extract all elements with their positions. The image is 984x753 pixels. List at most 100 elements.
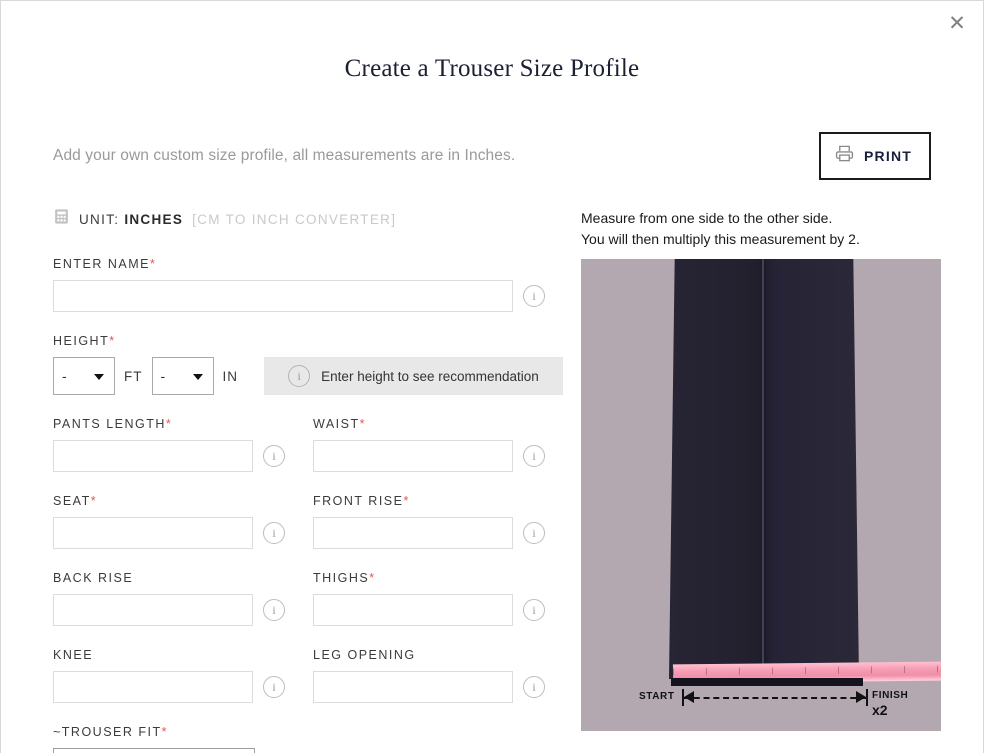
info-icon[interactable]: i	[523, 445, 545, 467]
unit-label: UNIT: INCHES	[79, 212, 183, 227]
pants-length-label: PANTS LENGTH*	[53, 417, 313, 431]
field-back-rise: BACK RISE i	[53, 571, 313, 626]
info-icon[interactable]: i	[523, 285, 545, 307]
calculator-icon	[53, 208, 70, 230]
info-icon[interactable]: i	[263, 676, 285, 698]
trouser-leg-graphic	[669, 259, 859, 679]
leg-opening-label: LEG OPENING	[313, 648, 573, 662]
knee-label: KNEE	[53, 648, 313, 662]
field-seat: SEAT* i	[53, 494, 313, 549]
thighs-label-text: THIGHS	[313, 571, 370, 585]
info-icon[interactable]: i	[523, 522, 545, 544]
waist-label: WAIST*	[313, 417, 573, 431]
info-icon[interactable]: i	[263, 599, 285, 621]
guide-instructions: Measure from one side to the other side.…	[581, 208, 941, 250]
waist-input[interactable]	[313, 440, 513, 472]
subtitle-text: Add your own custom size profile, all me…	[53, 147, 516, 164]
back-rise-label: BACK RISE	[53, 571, 313, 585]
seat-input[interactable]	[53, 517, 253, 549]
page-title: Create a Trouser Size Profile	[344, 55, 640, 82]
knee-label-text: KNEE	[53, 648, 94, 662]
required-asterisk: *	[359, 417, 366, 431]
height-ft-unit: FT	[124, 368, 143, 384]
print-button-label: PRINT	[864, 148, 912, 164]
info-icon[interactable]: i	[288, 365, 311, 387]
size-profile-modal: ✕ Create a Trouser Size Profile Add your…	[0, 0, 984, 753]
enter-name-input[interactable]	[53, 280, 513, 312]
height-in-select-wrap: -	[151, 357, 214, 395]
waist-label-text: WAIST	[313, 417, 360, 431]
required-asterisk: *	[149, 257, 157, 271]
height-recommendation-text: Enter height to see recommendation	[321, 368, 539, 384]
trouser-fit-select[interactable]: Classic Comfort Fit	[53, 748, 255, 753]
field-knee: KNEE i	[53, 648, 313, 703]
front-rise-input[interactable]	[313, 517, 513, 549]
required-asterisk: *	[369, 571, 376, 585]
measurement-annotations: START FINISH x2	[581, 685, 941, 725]
field-front-rise: FRONT RISE* i	[313, 494, 573, 549]
enter-name-label-text: ENTER NAME	[53, 257, 150, 271]
modal-body: UNIT: INCHES [CM TO INCH CONVERTER] ENTE…	[1, 208, 983, 753]
field-pants-length: PANTS LENGTH* i	[53, 417, 313, 472]
field-leg-opening: LEG OPENING i	[313, 648, 573, 703]
print-button[interactable]: PRINT	[819, 132, 931, 180]
guide-line-1: Measure from one side to the other side.	[581, 210, 833, 226]
back-rise-input[interactable]	[53, 594, 253, 626]
field-trouser-fit: ~TROUSER FIT* Classic Comfort Fit i	[53, 725, 313, 753]
info-icon[interactable]: i	[523, 676, 545, 698]
annotation-finish-cap	[866, 689, 868, 706]
height-ft-select[interactable]: -	[53, 357, 115, 395]
info-icon[interactable]: i	[263, 522, 285, 544]
field-height: HEIGHT* - FT - IN i Enter height to see …	[53, 334, 563, 395]
front-rise-label: FRONT RISE*	[313, 494, 573, 508]
required-asterisk: *	[90, 494, 98, 508]
trouser-fit-select-wrap: Classic Comfort Fit	[53, 748, 255, 753]
height-label-text: HEIGHT	[53, 334, 110, 348]
unit-value: INCHES	[124, 211, 184, 227]
height-ft-select-wrap: -	[53, 357, 115, 395]
thighs-input[interactable]	[313, 594, 513, 626]
close-icon[interactable]: ✕	[941, 7, 973, 39]
height-in-unit: IN	[222, 368, 238, 384]
required-asterisk: *	[165, 417, 173, 431]
subtitle-row: Add your own custom size profile, all me…	[1, 132, 983, 180]
required-asterisk: *	[161, 725, 169, 739]
info-icon[interactable]: i	[523, 599, 545, 621]
enter-name-label: ENTER NAME*	[53, 257, 563, 271]
required-asterisk: *	[403, 494, 410, 508]
trouser-fit-label: ~TROUSER FIT*	[53, 725, 313, 739]
seat-label-text: SEAT	[53, 494, 91, 508]
form-column: UNIT: INCHES [CM TO INCH CONVERTER] ENTE…	[53, 208, 563, 753]
unit-row: UNIT: INCHES [CM TO INCH CONVERTER]	[53, 208, 563, 230]
printer-icon	[835, 144, 854, 168]
height-in-select[interactable]: -	[151, 357, 214, 395]
tape-ticks	[672, 665, 941, 676]
required-asterisk: *	[109, 334, 116, 348]
field-waist: WAIST* i	[313, 417, 573, 472]
cm-to-inch-converter-link[interactable]: [CM TO INCH CONVERTER]	[192, 212, 396, 227]
measurement-photo: START FINISH x2	[581, 259, 941, 731]
annotation-start-label: START	[639, 691, 675, 702]
trouser-crease-line	[762, 259, 764, 679]
measurement-grid: PANTS LENGTH* i WAIST* i SEAT* i FRONT R…	[53, 417, 563, 753]
thighs-label: THIGHS*	[313, 571, 573, 585]
pants-length-input[interactable]	[53, 440, 253, 472]
knee-input[interactable]	[53, 671, 253, 703]
front-rise-label-text: FRONT RISE	[313, 494, 404, 508]
guide-line-2: You will then multiply this measurement …	[581, 231, 860, 247]
field-thighs: THIGHS* i	[313, 571, 573, 626]
seat-label: SEAT*	[53, 494, 313, 508]
info-icon[interactable]: i	[263, 445, 285, 467]
annotation-multiplier-label: x2	[872, 702, 888, 718]
leg-opening-input[interactable]	[313, 671, 513, 703]
height-label: HEIGHT*	[53, 334, 563, 348]
annotation-right-arrow-icon	[856, 691, 866, 703]
back-rise-label-text: BACK RISE	[53, 571, 134, 585]
trouser-fit-label-text: ~TROUSER FIT	[53, 725, 162, 739]
annotation-finish-label: FINISH	[872, 690, 909, 701]
height-recommendation-banner: i Enter height to see recommendation	[264, 357, 563, 395]
field-enter-name: ENTER NAME* i	[53, 257, 563, 312]
guide-column: Measure from one side to the other side.…	[563, 208, 941, 753]
unit-prefix: UNIT:	[79, 211, 125, 227]
annotation-dashed-line	[684, 697, 866, 699]
